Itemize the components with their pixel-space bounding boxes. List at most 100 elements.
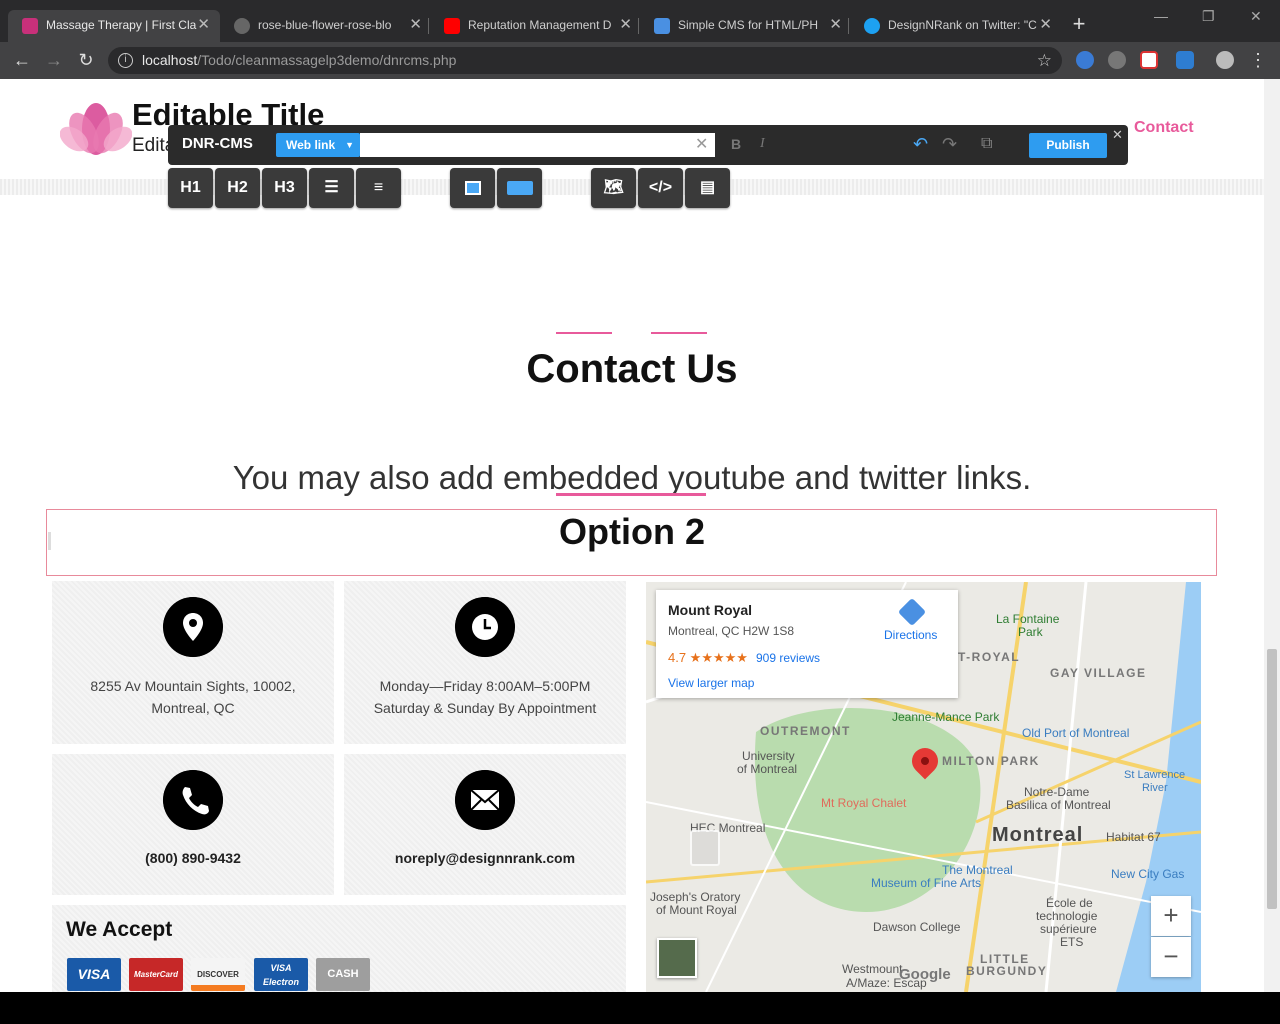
phone-number[interactable]: (800) 890-9432 [52, 847, 334, 869]
link-url-input[interactable] [360, 133, 715, 157]
info-icon[interactable]: i [118, 53, 133, 68]
map-label: ETS [1060, 935, 1084, 949]
hours-text: Monday—Friday 8:00AM–5:00PM Saturday & S… [344, 675, 626, 719]
redo-icon[interactable]: ↷ [942, 134, 957, 155]
map-label: Dawson College [873, 920, 961, 934]
link-type-select[interactable]: Web link ▼ [276, 133, 360, 157]
map-label: OUTREMONT [760, 724, 851, 738]
tab-close-icon[interactable]: ✕ [1039, 10, 1052, 40]
visa-logo: VISA [67, 958, 121, 991]
lotus-logo-icon [60, 103, 132, 155]
list-button[interactable]: ☰ [309, 168, 354, 208]
window-close-icon[interactable]: ✕ [1250, 8, 1262, 25]
tab-reputation[interactable]: Reputation Management D ✕ [430, 10, 642, 42]
option-title[interactable]: Option 2 [0, 511, 1264, 553]
tab-separator [848, 18, 849, 34]
zoom-in-button[interactable]: + [1151, 896, 1191, 936]
scrollbar-thumb[interactable] [1267, 649, 1277, 909]
map-place-address: Montreal, QC H2W 1S8 [668, 624, 795, 638]
image-button[interactable] [450, 168, 495, 208]
code-button[interactable]: </> [638, 168, 683, 208]
tab-twitter[interactable]: DesignNRank on Twitter: "C ✕ [850, 10, 1062, 42]
envelope-icon [455, 770, 515, 830]
clear-input-icon[interactable]: ✕ [695, 133, 708, 157]
extension-icon[interactable] [1108, 51, 1126, 69]
hours-line: Monday—Friday 8:00AM–5:00PM [379, 678, 591, 694]
page-scrollbar[interactable] [1264, 79, 1280, 992]
mastercard-logo: MasterCard [129, 958, 183, 991]
tab-rose-image[interactable]: rose-blue-flower-rose-blo ✕ [220, 10, 432, 42]
tab-close-icon[interactable]: ✕ [197, 10, 210, 40]
sitemap-icon[interactable]: ⧉ [981, 135, 992, 153]
map-reviews-link[interactable]: 909 reviews [756, 651, 820, 665]
directions-link[interactable]: Directions [884, 628, 937, 642]
cms-brand: DNR-CMS [182, 135, 253, 152]
map-label: T-ROYAL [958, 650, 1021, 664]
url-host: localhost [142, 52, 198, 68]
back-arrow-icon[interactable]: ← [10, 48, 34, 72]
cms-close-icon[interactable]: ✕ [1112, 127, 1123, 143]
directions-icon[interactable] [897, 597, 927, 627]
new-tab-button[interactable]: + [1066, 12, 1092, 38]
email-address[interactable]: noreply@designnrank.com [344, 847, 626, 869]
bold-button[interactable]: B [731, 136, 741, 152]
bookmark-star-icon[interactable]: ☆ [1037, 47, 1052, 74]
address-line: 8255 Av Mountain Sights, 10002, [90, 678, 296, 694]
tab-simple-cms[interactable]: Simple CMS for HTML/PH ✕ [640, 10, 852, 42]
tab-separator [638, 18, 639, 34]
extension-icon[interactable] [1140, 51, 1158, 69]
extension-icon[interactable] [1176, 51, 1194, 69]
menu-kebab-icon[interactable]: ⋮ [1246, 48, 1270, 72]
reload-icon[interactable]: ↻ [74, 48, 98, 72]
trash-icon[interactable] [690, 830, 720, 866]
satellite-toggle[interactable] [657, 938, 697, 978]
profile-avatar-icon[interactable] [1216, 51, 1234, 69]
maximize-icon[interactable]: ❐ [1202, 8, 1215, 25]
address-bar[interactable]: i localhost/Todo/cleanmassagelp3demo/dnr… [108, 47, 1062, 74]
link-type-value: Web link [286, 138, 336, 152]
globe-favicon-icon [234, 18, 250, 34]
tab-close-icon[interactable]: ✕ [619, 10, 632, 40]
extension-icon[interactable] [1076, 51, 1094, 69]
map-label: New City Gas [1111, 867, 1185, 881]
align-left-button[interactable]: ≡ [356, 168, 401, 208]
tab-title: Massage Therapy | First Cla [46, 18, 197, 32]
youtube-favicon-icon [444, 18, 460, 34]
minimize-icon[interactable]: — [1154, 8, 1168, 24]
caret-down-icon: ▼ [345, 140, 354, 150]
lead-text[interactable]: You may also add embedded youtube and tw… [0, 459, 1264, 497]
h3-button[interactable]: H3 [262, 168, 307, 208]
map-label: of Montreal [737, 762, 798, 776]
h1-button[interactable]: H1 [168, 168, 213, 208]
world-map-icon: 🗺 [603, 179, 624, 196]
clock-icon [455, 597, 515, 657]
h2-button[interactable]: H2 [215, 168, 260, 208]
forward-arrow-icon[interactable]: → [42, 48, 66, 72]
tab-close-icon[interactable]: ✕ [409, 10, 422, 40]
visa-electron-logo: VISA Electron [254, 958, 308, 991]
map-label: Mt Royal Chalet [821, 796, 907, 810]
italic-button[interactable]: I [760, 136, 765, 152]
page-button[interactable]: ▤ [685, 168, 730, 208]
image-icon [464, 180, 481, 195]
map-label: Habitat 67 [1106, 830, 1161, 844]
tab-separator [428, 18, 429, 34]
address-text: 8255 Av Mountain Sights, 10002, Montreal… [52, 675, 334, 719]
map-label: Museum of Fine Arts [871, 876, 982, 890]
view-larger-map-link[interactable]: View larger map [668, 676, 754, 690]
document-icon: ▤ [699, 179, 716, 196]
undo-icon[interactable]: ↶ [913, 134, 928, 155]
map-label: Notre-Dame [1024, 785, 1090, 799]
map-label: The Montreal [942, 863, 1013, 877]
nav-item-contact[interactable]: Contact [1134, 119, 1194, 137]
tab-close-icon[interactable]: ✕ [829, 10, 842, 40]
tab-massage-therapy[interactable]: Massage Therapy | First Cla ✕ [8, 10, 220, 42]
video-button[interactable] [497, 168, 542, 208]
page-title[interactable]: Contact Us [0, 347, 1264, 392]
map-label: École de [1046, 896, 1093, 910]
map-button[interactable]: 🗺 [591, 168, 636, 208]
map-label: of Mount Royal [656, 903, 737, 917]
zoom-out-button[interactable]: − [1151, 937, 1191, 977]
publish-button[interactable]: Publish [1029, 133, 1107, 158]
map-label: St Lawrence [1124, 769, 1186, 781]
